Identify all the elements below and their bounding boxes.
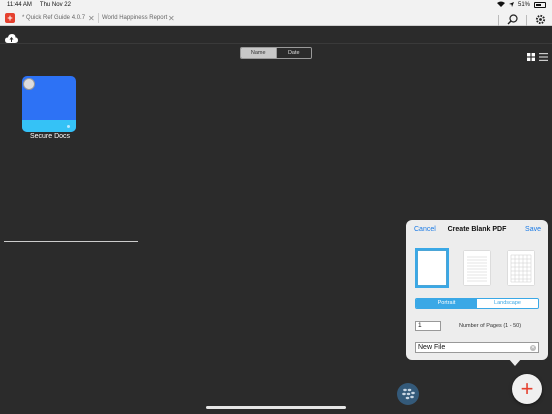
app-logo-icon[interactable]: + xyxy=(5,12,15,23)
divider xyxy=(4,241,138,242)
sort-segmented-control: Name Date xyxy=(240,47,312,59)
tab-quick-ref-guide[interactable]: * Quick Ref Guide 4.0.7 ✕ xyxy=(22,12,96,24)
tab-bar: + * Quick Ref Guide 4.0.7 ✕ World Happin… xyxy=(0,10,552,27)
plus-icon: + xyxy=(520,376,534,401)
popover-header: Create Blank PDF Cancel Save xyxy=(406,220,548,240)
status-date: Thu Nov 22 xyxy=(39,2,71,8)
status-bar: 11:44 AM Thu Nov 22 51% xyxy=(0,0,552,10)
close-icon[interactable]: ✕ xyxy=(88,14,95,23)
tab-label: * Quick Ref Guide 4.0.7 xyxy=(22,15,86,21)
tab-world-happiness-report[interactable]: World Happiness Report ✕ xyxy=(102,12,176,24)
filename-input[interactable]: New File xyxy=(415,342,539,353)
home-indicator[interactable] xyxy=(206,406,346,409)
close-icon[interactable]: ✕ xyxy=(168,14,175,23)
folder-light xyxy=(67,125,70,128)
grid-view-icon[interactable] xyxy=(527,48,535,66)
portrait-button[interactable]: Portrait xyxy=(416,299,477,308)
location-icon xyxy=(508,1,514,9)
sort-by-name-button[interactable]: Name xyxy=(241,48,276,58)
lined-page-icon xyxy=(464,251,490,285)
cloud-upload-icon[interactable] xyxy=(5,30,18,48)
cancel-button[interactable]: Cancel xyxy=(414,226,436,233)
sort-by-date-button[interactable]: Date xyxy=(275,48,311,58)
toolbar xyxy=(0,26,552,44)
clear-icon[interactable]: ✕ xyxy=(530,345,536,351)
selection-circle-icon[interactable] xyxy=(23,78,35,90)
add-button[interactable]: + xyxy=(512,374,542,404)
template-grid[interactable] xyxy=(504,248,538,288)
secure-docs-folder[interactable] xyxy=(22,76,76,132)
list-view-icon[interactable] xyxy=(539,48,548,66)
template-lined[interactable] xyxy=(460,248,494,288)
number-of-pages-input[interactable]: 1 xyxy=(415,321,441,331)
blank-page-icon xyxy=(418,251,446,285)
status-right: 51% xyxy=(496,1,546,9)
grid-page-icon xyxy=(508,251,534,285)
tab-label: World Happiness Report xyxy=(102,15,168,21)
wifi-icon xyxy=(496,1,505,9)
save-button[interactable]: Save xyxy=(525,226,541,233)
view-toggle xyxy=(527,48,548,66)
template-blank[interactable] xyxy=(415,248,449,288)
folder-label: Secure Docs xyxy=(29,133,71,140)
popover-arrow xyxy=(508,358,522,366)
number-of-pages-label: Number of Pages (1 - 50) xyxy=(459,323,522,329)
tab-divider xyxy=(98,13,99,23)
orientation-control: Portrait Landscape xyxy=(415,298,539,309)
battery-percent: 51% xyxy=(517,2,530,8)
status-time: 11:44 AM xyxy=(7,2,32,8)
battery-icon xyxy=(534,2,546,8)
create-blank-pdf-popover: Create Blank PDF Cancel Save xyxy=(406,220,548,360)
landscape-button[interactable]: Landscape xyxy=(477,299,538,308)
blackberry-logo-icon[interactable] xyxy=(397,383,419,405)
